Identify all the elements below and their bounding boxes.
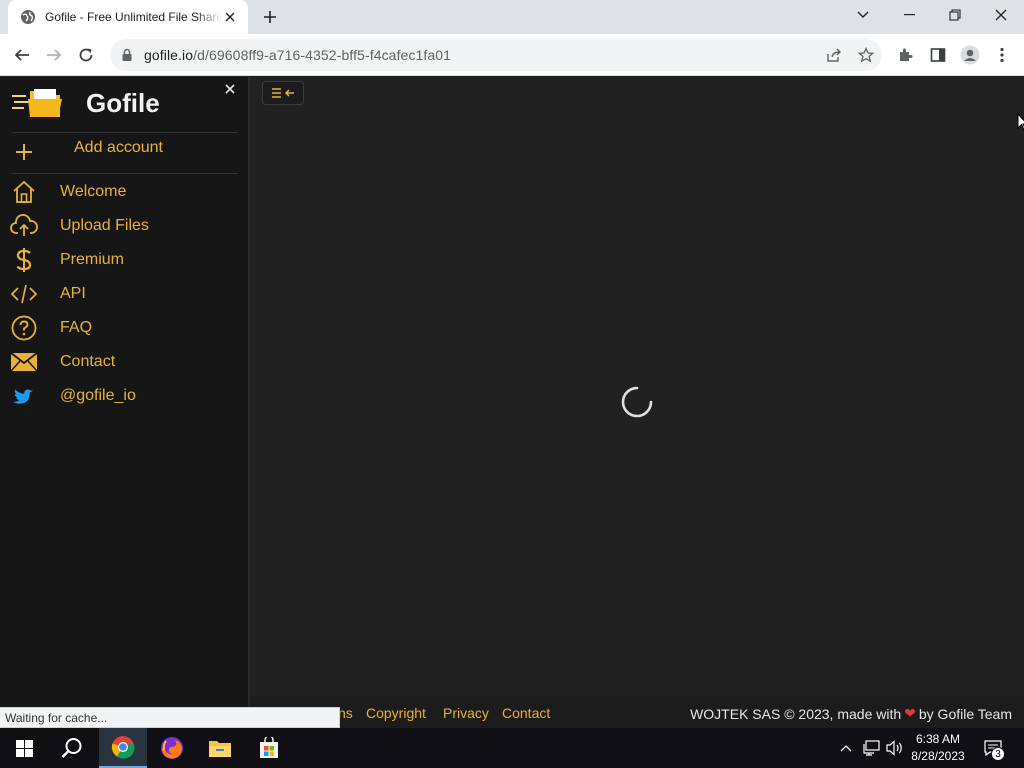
copyright-post: by Gofile Team <box>918 705 1012 722</box>
footer-link-copyright[interactable]: Copyright <box>366 705 426 721</box>
brand-name: Gofile <box>86 87 160 118</box>
cloud-upload-icon <box>10 212 38 240</box>
sidebar-item-label: API <box>60 285 86 302</box>
close-window-button[interactable] <box>978 0 1024 30</box>
divider <box>12 132 238 133</box>
firefox-taskbar-icon[interactable] <box>148 728 196 768</box>
plus-icon <box>16 144 32 160</box>
forward-button[interactable] <box>40 41 68 69</box>
search-icon[interactable] <box>48 728 96 768</box>
notification-badge: 3 <box>991 747 1005 761</box>
divider <box>12 173 238 174</box>
windows-start-icon[interactable] <box>0 728 48 768</box>
sidebar-item-label: @gofile_io <box>60 387 136 404</box>
address-bar[interactable]: gofile.io/d/69608ff9-a716-4352-bff5-f4ca… <box>110 39 882 71</box>
menu-kebab-icon[interactable] <box>988 41 1016 69</box>
clock-date: 8/28/2023 <box>911 749 965 763</box>
home-icon <box>10 178 38 206</box>
page-content: Gofile Add account Welcome Upload Files <box>0 77 1024 728</box>
taskbar: 6:38 AM 8/28/2023 3 <box>0 728 1024 768</box>
footer: ns Copyright Privacy Contact WOJTEK SAS … <box>250 696 1024 728</box>
code-icon <box>10 280 38 308</box>
close-icon[interactable] <box>222 81 238 97</box>
sidebar-item-label: FAQ <box>60 319 93 336</box>
add-account-label: Add account <box>74 139 163 156</box>
chevron-up-icon[interactable] <box>836 728 856 768</box>
sidebar-item-label: Upload Files <box>60 217 149 234</box>
sidebar-item-twitter[interactable]: @gofile_io <box>10 381 240 411</box>
close-icon[interactable] <box>222 9 238 25</box>
globe-icon <box>20 9 36 25</box>
tab-title: Gofile - Free Unlimited File Sharing and… <box>45 10 222 24</box>
loading-spinner-icon <box>621 386 653 418</box>
profile-icon[interactable] <box>956 41 984 69</box>
lock-icon <box>120 48 134 62</box>
footer-link-terms[interactable]: ns <box>338 705 353 721</box>
browser-toolbar: gofile.io/d/69608ff9-a716-4352-bff5-f4ca… <box>0 34 1024 76</box>
heart-icon: ❤ <box>904 705 916 721</box>
sidebar-item-premium[interactable]: Premium <box>10 245 240 275</box>
twitter-icon <box>10 382 38 410</box>
browser-status-bar: Waiting for cache... <box>0 707 340 728</box>
side-panel-icon[interactable] <box>924 41 952 69</box>
menu-collapse-icon <box>272 88 294 98</box>
dollar-icon <box>10 246 38 274</box>
star-icon[interactable] <box>852 41 880 69</box>
browser-tab[interactable]: Gofile - Free Unlimited File Sharing and… <box>8 0 248 34</box>
sidebar-item-label: Welcome <box>60 183 127 200</box>
volume-icon[interactable] <box>884 728 906 768</box>
file-explorer-icon[interactable] <box>196 728 244 768</box>
sidebar-toggle-button[interactable] <box>262 81 304 105</box>
brand-logo[interactable]: Gofile <box>12 83 160 123</box>
sidebar-item-label: Premium <box>60 251 125 268</box>
clock-time: 6:38 AM <box>915 732 961 746</box>
folder-logo-icon <box>12 89 62 117</box>
question-icon <box>10 314 38 342</box>
footer-link-privacy[interactable]: Privacy <box>443 705 489 721</box>
sidebar-item-api[interactable]: API <box>10 279 240 309</box>
mouse-cursor-icon <box>1017 113 1024 131</box>
sidebar-item-contact[interactable]: Contact <box>10 347 240 377</box>
sidebar: Gofile Add account Welcome Upload Files <box>0 77 250 728</box>
url-host: gofile.io <box>144 47 194 63</box>
back-button[interactable] <box>8 41 36 69</box>
network-icon[interactable] <box>860 728 882 768</box>
copyright-pre: WOJTEK SAS © 2023, made with <box>690 705 902 722</box>
browser-titlebar: Gofile - Free Unlimited File Sharing and… <box>0 0 1024 34</box>
new-tab-button[interactable] <box>258 5 282 29</box>
sidebar-item-upload-files[interactable]: Upload Files <box>10 211 240 241</box>
url-path: /d/69608ff9-a716-4352-bff5-f4cafec1fa01 <box>193 47 452 63</box>
add-account-button[interactable]: Add account <box>14 137 240 167</box>
minimize-button[interactable] <box>886 0 932 30</box>
share-icon[interactable] <box>820 41 848 69</box>
footer-link-contact[interactable]: Contact <box>502 705 550 721</box>
restore-button[interactable] <box>932 0 978 30</box>
store-icon[interactable] <box>245 728 293 768</box>
url-text: gofile.io/d/69608ff9-a716-4352-bff5-f4ca… <box>144 47 451 63</box>
sidebar-item-label: Contact <box>60 353 116 370</box>
taskbar-clock[interactable]: 6:38 AM 8/28/2023 <box>906 731 970 765</box>
sidebar-item-welcome[interactable]: Welcome <box>10 177 240 207</box>
chrome-taskbar-icon[interactable] <box>99 728 147 768</box>
sidebar-item-faq[interactable]: FAQ <box>10 313 240 343</box>
extensions-icon[interactable] <box>892 41 920 69</box>
chevron-down-icon[interactable] <box>840 0 886 30</box>
envelope-icon <box>10 348 38 376</box>
copyright-text: WOJTEK SAS © 2023, made with ❤ by Gofile… <box>690 705 1012 722</box>
reload-button[interactable] <box>72 41 100 69</box>
